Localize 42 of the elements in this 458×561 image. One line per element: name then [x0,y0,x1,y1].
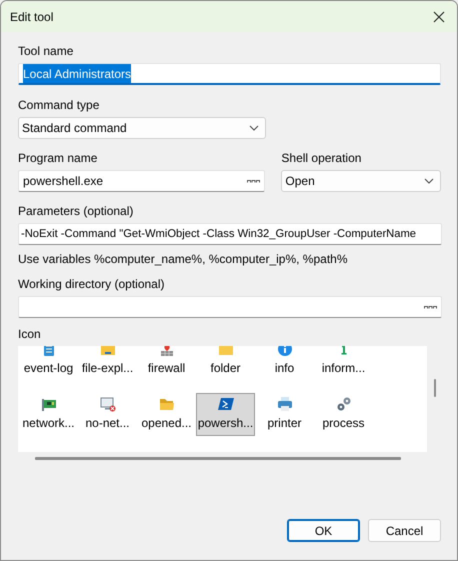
icon-option[interactable]: network... [19,393,78,436]
scrollbar-thumb[interactable] [434,379,436,397]
icon-option[interactable]: no-net... [78,393,137,436]
ok-button[interactable]: OK [287,519,360,542]
monitor-error-icon [100,396,116,412]
gears-icon [336,396,352,412]
scrollbar-thumb[interactable] [35,457,401,460]
hint-text: Use variables %computer_name%, %computer_ip%, %path% [18,252,348,267]
ellipsis-icon[interactable] [247,179,260,183]
field-label: Parameters (optional) [18,204,134,219]
field-label: Command type [18,98,100,113]
text-field[interactable]: -NoExit -Command "Get-WmiObject -Class Win32_GroupUser -ComputerName [18,223,442,245]
printer-icon [276,396,292,412]
field-label: Shell operation [281,151,362,166]
text-field[interactable]: Local Administrators [18,63,441,85]
icon-option[interactable]: opened... [137,393,196,436]
icon-option[interactable]: powersh... [196,393,255,436]
icon-option[interactable]: firewall [137,346,196,381]
field-label: Program name [18,151,98,166]
terminal-icon [218,396,234,412]
cancel-button[interactable]: Cancel [368,519,441,542]
text-field[interactable]: powershell.exe [18,170,266,192]
icon-option[interactable]: process [314,393,373,436]
close-icon [433,10,445,22]
dropdown[interactable]: Open [281,170,441,192]
icon-option[interactable]: info [255,346,314,381]
icon-option[interactable]: file-expl... [78,346,137,381]
icon-option[interactable]: inform... [314,346,373,381]
ellipsis-icon[interactable] [424,305,437,309]
text-field[interactable] [18,296,442,318]
field-label: Tool name [18,44,74,59]
icon-option[interactable]: folder [196,346,255,381]
dropdown[interactable]: Standard command [18,117,266,139]
chevron-down-icon [249,125,259,131]
icon-option[interactable]: event-log [19,346,78,381]
window-title: Edit tool [10,8,54,26]
chevron-down-icon [424,178,434,184]
icon-option[interactable]: printer [255,393,314,436]
circuit-board-icon [40,396,56,412]
field-label: Icon [18,327,42,342]
field-label: Working directory (optional) [18,277,166,292]
open-folder-icon [158,396,174,412]
